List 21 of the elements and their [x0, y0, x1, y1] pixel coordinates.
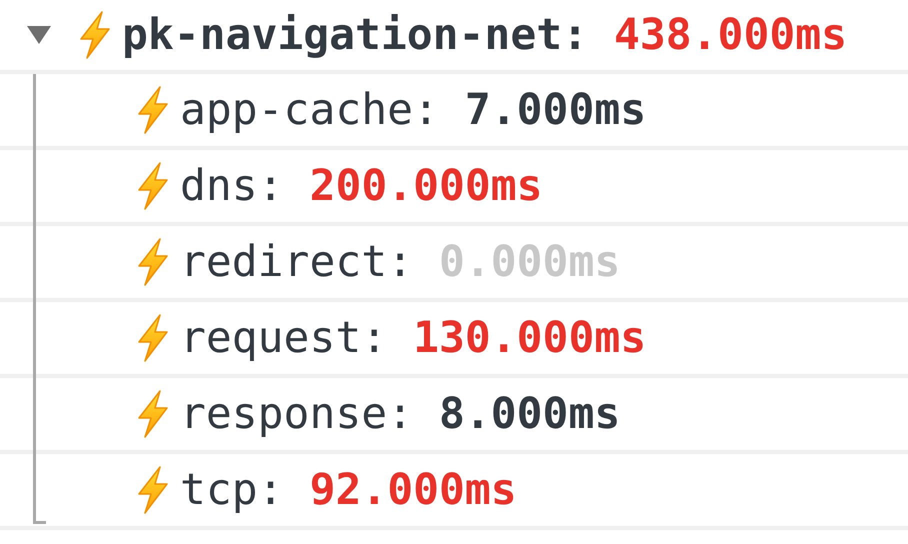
lightning-icon: [78, 11, 112, 59]
timer-name: redirect:: [180, 237, 413, 287]
duration-value: 438.000ms: [614, 10, 847, 60]
timer-name: tcp:: [180, 465, 284, 515]
timer-name: dns:: [180, 161, 284, 211]
timer-name: app-cache:: [180, 85, 439, 135]
duration-value: 200.000ms: [310, 161, 543, 211]
timer-name: response:: [180, 389, 413, 439]
lightning-icon: [136, 86, 170, 134]
duration-value: 92.000ms: [310, 465, 517, 515]
group-name: pk-navigation-net:: [122, 10, 588, 60]
timer-name: request:: [180, 313, 388, 363]
duration-value: 7.000ms: [464, 85, 646, 135]
duration-value: 8.000ms: [439, 389, 620, 439]
lightning-icon: [136, 238, 170, 286]
duration-value: 130.000ms: [413, 313, 646, 363]
disclosure-triangle[interactable]: [26, 25, 52, 45]
lightning-icon: [136, 162, 170, 210]
lightning-icon: [136, 390, 170, 438]
lightning-icon: [136, 466, 170, 514]
lightning-icon: [136, 314, 170, 362]
